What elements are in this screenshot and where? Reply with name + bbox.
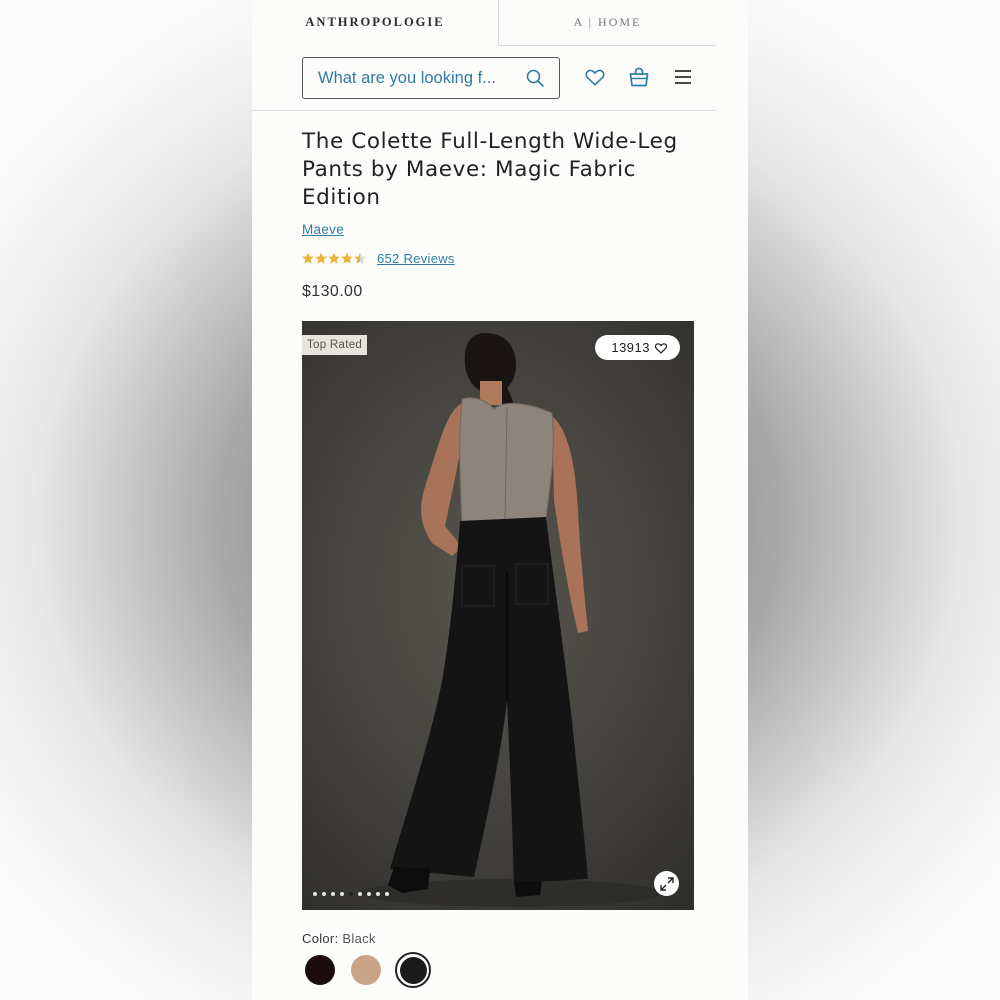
color-selector-label: Color: Black xyxy=(302,931,376,946)
product-image[interactable]: Top Rated 13913 xyxy=(302,321,694,910)
selected-color: Black xyxy=(342,931,376,946)
tab-a-home[interactable]: A | HOME xyxy=(498,0,716,46)
product-title: The Colette Full-Length Wide-Leg Pants b… xyxy=(302,129,678,210)
color-swatch-burgundy[interactable] xyxy=(305,955,335,985)
carousel-dot[interactable] xyxy=(385,892,389,896)
top-rated-badge: Top Rated xyxy=(302,335,368,355)
search-input[interactable]: What are you looking f... xyxy=(302,57,560,99)
tab-anthropologie[interactable]: ANTHROPOLOGIE xyxy=(252,0,498,45)
expand-icon xyxy=(659,876,674,891)
carousel-dot[interactable] xyxy=(367,892,371,896)
shopping-bag-icon[interactable] xyxy=(627,65,651,89)
carousel-dot[interactable] xyxy=(349,892,353,896)
mobile-page: ANTHROPOLOGIE A | HOME What are you look… xyxy=(252,0,748,1000)
likes-count: 13913 xyxy=(611,340,650,355)
header-divider xyxy=(252,110,716,111)
carousel-dot[interactable] xyxy=(358,892,362,896)
brand-link[interactable]: Maeve xyxy=(302,222,344,237)
reviews-link[interactable]: 652 Reviews xyxy=(377,251,455,266)
model-photo xyxy=(362,333,662,907)
search-placeholder: What are you looking f... xyxy=(318,68,496,87)
color-swatch-tan[interactable] xyxy=(351,955,381,985)
hamburger-menu-icon[interactable] xyxy=(673,67,693,87)
color-label: Color: xyxy=(302,931,339,946)
color-swatch-black[interactable] xyxy=(395,952,431,988)
product-price: $130.00 xyxy=(302,283,363,300)
heart-icon xyxy=(654,341,668,355)
brand-tabs: ANTHROPOLOGIE A | HOME xyxy=(252,0,748,46)
carousel-dot[interactable] xyxy=(340,892,344,896)
swatch-fill xyxy=(399,956,427,984)
search-icon[interactable] xyxy=(525,68,545,88)
carousel-dot[interactable] xyxy=(331,892,335,896)
carousel-dot[interactable] xyxy=(322,892,326,896)
star-rating-icon xyxy=(302,252,368,266)
product-rating[interactable]: 652 Reviews xyxy=(302,251,455,266)
likes-button[interactable]: 13913 xyxy=(595,335,680,360)
heart-icon[interactable] xyxy=(584,66,606,88)
carousel-dots[interactable] xyxy=(313,892,389,896)
carousel-dot[interactable] xyxy=(313,892,317,896)
expand-button[interactable] xyxy=(654,871,679,896)
carousel-dot[interactable] xyxy=(376,892,380,896)
